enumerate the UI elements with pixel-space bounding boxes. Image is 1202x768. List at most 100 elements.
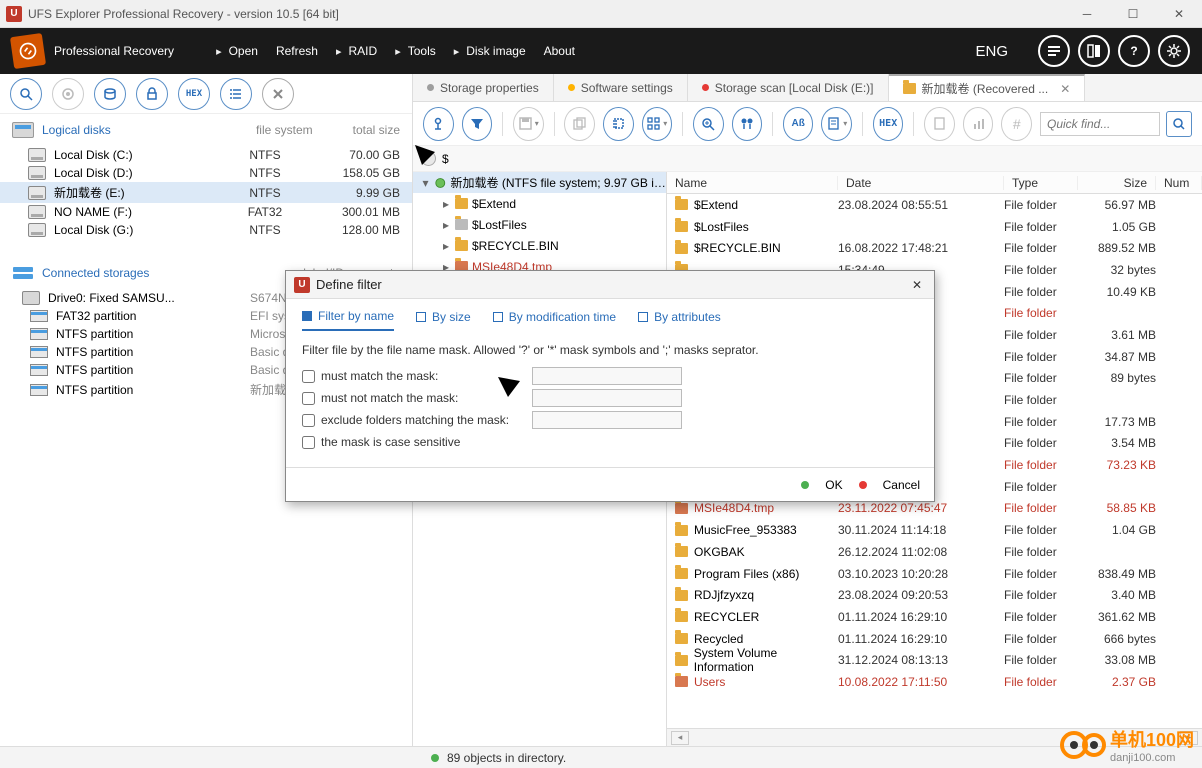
storage-icon <box>12 265 34 281</box>
quick-find-input[interactable] <box>1040 112 1160 136</box>
menu-open[interactable]: Open <box>208 39 266 63</box>
chk-must-not-match[interactable]: must not match the mask: <box>302 389 682 407</box>
list-row[interactable]: OKGBAK26.12.2024 11:02:08File folder <box>667 541 1202 563</box>
chk-case-sensitive[interactable]: the mask is case sensitive <box>302 433 682 451</box>
menubar: Professional Recovery Open Refresh RAID … <box>0 28 1202 74</box>
tab[interactable]: Storage scan [Local Disk (E:)] <box>688 74 889 101</box>
partition-icon <box>30 328 48 340</box>
disk-row[interactable]: 新加载卷 (E:)NTFS9.99 GB <box>0 182 412 203</box>
refresh-tree-button[interactable] <box>423 107 454 141</box>
ok-button[interactable]: OK <box>825 478 842 492</box>
folder-icon <box>675 199 688 210</box>
tab-by-modification[interactable]: By modification time <box>493 309 616 331</box>
list-row[interactable]: $Extend23.08.2024 08:55:51File folder56.… <box>667 194 1202 216</box>
ok-dot-icon <box>801 481 809 489</box>
open-button[interactable] <box>52 78 84 110</box>
app-icon: U <box>6 6 22 22</box>
partition-icon <box>30 364 48 376</box>
menu-refresh[interactable]: Refresh <box>268 39 326 63</box>
tab[interactable]: 新加载卷 (Recovered ...✕ <box>889 74 1086 101</box>
folder-icon <box>675 676 688 687</box>
hdd-icon <box>28 205 46 219</box>
disk-icon <box>12 122 34 138</box>
hash-button[interactable]: # <box>1001 107 1032 141</box>
list-row[interactable]: $LostFilesFile folder1.05 GB <box>667 216 1202 238</box>
view-mode-button[interactable]: ▾ <box>642 107 673 141</box>
dialog-icon: U <box>294 277 310 293</box>
list-row[interactable]: RECYCLER01.11.2024 16:29:10File folder36… <box>667 606 1202 628</box>
chk-exclude-folders[interactable]: exclude folders matching the mask: <box>302 411 682 429</box>
tab[interactable]: Software settings <box>554 74 688 101</box>
disk-row[interactable]: Local Disk (C:)NTFS70.00 GB <box>0 146 412 164</box>
maximize-button[interactable]: ☐ <box>1110 0 1156 28</box>
dialog-description: Filter file by the file name mask. Allow… <box>302 343 918 357</box>
drive-icon <box>22 291 40 305</box>
svg-text:?: ? <box>1130 44 1137 58</box>
list-row[interactable]: Program Files (x86)03.10.2023 10:20:28Fi… <box>667 563 1202 585</box>
folder-icon <box>455 219 468 230</box>
menu-diskimage[interactable]: Disk image <box>446 39 534 63</box>
disk-row[interactable]: NO NAME (F:)FAT32300.01 MB <box>0 203 412 221</box>
brand: Professional Recovery <box>12 35 174 67</box>
image-button[interactable] <box>94 78 126 110</box>
menu-about[interactable]: About <box>536 39 583 63</box>
list-header[interactable]: Name Date Type Size Num <box>667 172 1202 194</box>
brand-text: Professional Recovery <box>54 44 174 58</box>
hdd-icon <box>28 166 46 180</box>
toolbar-panel-icon[interactable] <box>1078 35 1110 67</box>
toolbar-log-icon[interactable] <box>1038 35 1070 67</box>
lock-button[interactable] <box>136 78 168 110</box>
list-row[interactable]: Users10.08.2022 17:11:50File folder2.37 … <box>667 671 1202 693</box>
find-button[interactable] <box>732 107 763 141</box>
hdd-icon <box>28 223 46 237</box>
save-button[interactable]: ▾ <box>513 107 544 141</box>
disk-row[interactable]: Local Disk (D:)NTFS158.05 GB <box>0 164 412 182</box>
tree-item[interactable]: ▸$LostFiles <box>413 214 666 235</box>
tab-by-attributes[interactable]: By attributes <box>638 309 721 331</box>
report-button[interactable] <box>924 107 955 141</box>
menu-raid[interactable]: RAID <box>328 39 385 63</box>
hex-view-button[interactable]: HEX <box>873 107 904 141</box>
info-button[interactable]: ▾ <box>821 107 852 141</box>
partition-icon <box>30 346 48 358</box>
menu-tools[interactable]: Tools <box>387 39 444 63</box>
rename-button[interactable]: Aß <box>783 107 814 141</box>
tree-item[interactable]: ▸$RECYCLE.BIN <box>413 235 666 256</box>
list-row[interactable]: $RECYCLE.BIN16.08.2022 17:48:21File fold… <box>667 237 1202 259</box>
remove-button[interactable] <box>262 78 294 110</box>
dialog-close-button[interactable]: ✕ <box>908 276 926 294</box>
disk-row[interactable]: Local Disk (G:)NTFS128.00 MB <box>0 221 412 239</box>
language-selector[interactable]: ENG <box>955 43 1028 60</box>
cancel-button[interactable]: Cancel <box>883 478 920 492</box>
minimize-button[interactable]: ─ <box>1064 0 1110 28</box>
chart-button[interactable] <box>963 107 994 141</box>
toolbar-help-icon[interactable]: ? <box>1118 35 1150 67</box>
selectall-button[interactable] <box>603 107 634 141</box>
filter-button[interactable] <box>462 107 493 141</box>
preview-button[interactable] <box>693 107 724 141</box>
hex-button[interactable]: HEX <box>178 78 210 110</box>
tab-status-dot <box>568 84 575 91</box>
statusbar: 89 objects in directory. <box>0 746 1202 768</box>
tab-status-dot <box>702 84 709 91</box>
quick-find-button[interactable] <box>1166 111 1192 137</box>
breadcrumb: $ <box>413 146 1202 172</box>
list-button[interactable] <box>220 78 252 110</box>
tab-by-size[interactable]: By size <box>416 309 471 331</box>
chk-must-match[interactable]: must match the mask: <box>302 367 682 385</box>
close-button[interactable]: ✕ <box>1156 0 1202 28</box>
toolbar-settings-icon[interactable] <box>1158 35 1190 67</box>
tab-filter-by-name[interactable]: Filter by name <box>302 309 394 331</box>
watermark: 单机100网danji100.com <box>1060 726 1194 764</box>
tab-close-icon[interactable]: ✕ <box>1060 82 1070 96</box>
brand-icon <box>10 33 46 69</box>
right-toolbar: ▾ ▾ Aß ▾ HEX # <box>413 102 1202 146</box>
copy-button[interactable] <box>564 107 595 141</box>
tab[interactable]: Storage properties <box>413 74 554 101</box>
partition-icon <box>30 384 48 396</box>
list-row[interactable]: System Volume Information31.12.2024 08:1… <box>667 649 1202 671</box>
folder-icon <box>675 243 688 254</box>
scan-button[interactable] <box>10 78 42 110</box>
list-row[interactable]: MusicFree_95338330.11.2024 11:14:18File … <box>667 519 1202 541</box>
list-row[interactable]: RDJjfzyxzq23.08.2024 09:20:53File folder… <box>667 584 1202 606</box>
